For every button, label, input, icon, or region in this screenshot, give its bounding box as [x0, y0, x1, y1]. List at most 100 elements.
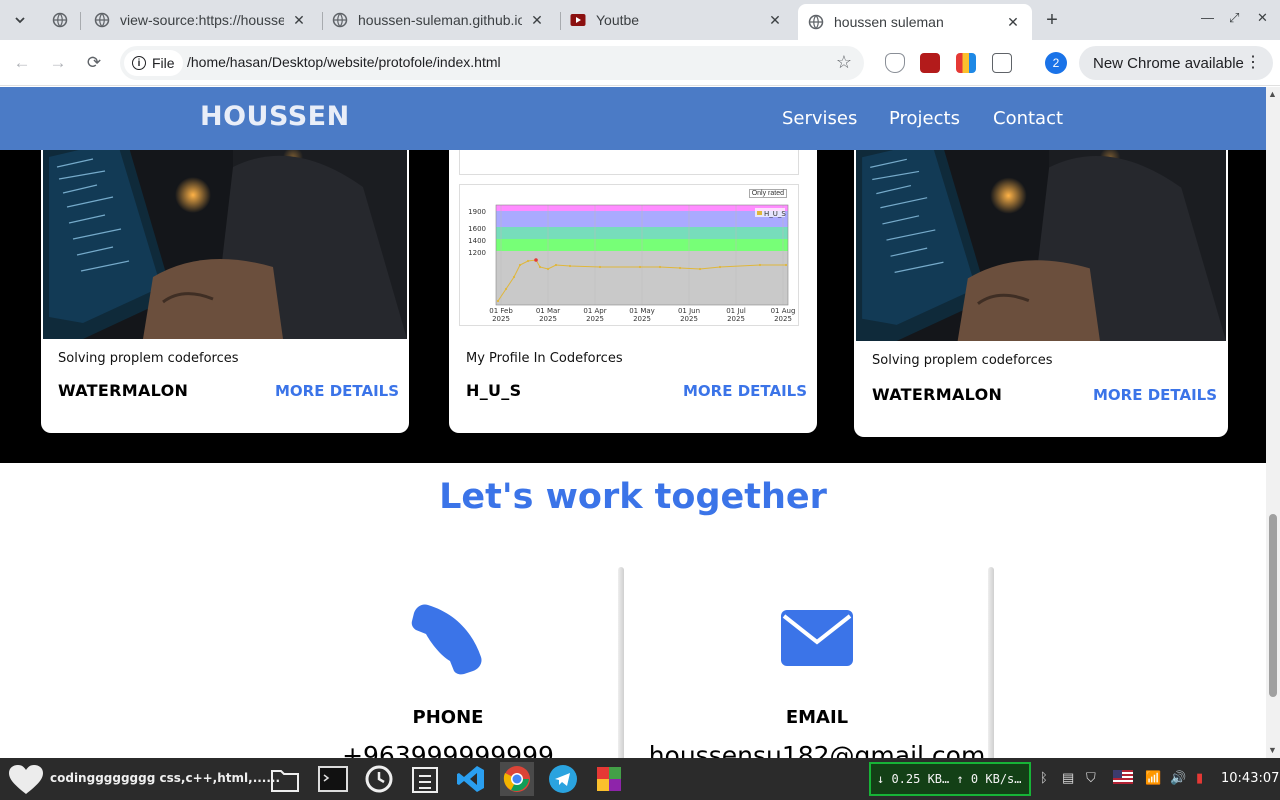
tab-view-source[interactable]: view-source:https://houssen ✕ — [84, 4, 318, 36]
clipboard-icon[interactable]: ▤ — [1062, 770, 1074, 786]
phone-number[interactable]: +963999999999 — [263, 741, 633, 758]
tab-search-button[interactable] — [6, 6, 34, 34]
card-subtitle: Solving proplem codeforces — [872, 353, 1053, 368]
close-icon[interactable]: ✕ — [528, 11, 546, 29]
address-bar[interactable]: i File /home/hasan/Desktop/website/proto… — [120, 46, 864, 80]
rating-point — [638, 265, 642, 269]
x-tick-year: 2025 — [774, 315, 792, 323]
color-extension-icon[interactable] — [956, 53, 976, 73]
scheme-label: File — [152, 55, 175, 71]
url-text[interactable]: /home/hasan/Desktop/website/protofole/in… — [187, 54, 501, 70]
globe-icon — [332, 12, 348, 28]
tab-github-pages[interactable]: houssen-suleman.github.io/s ✕ — [322, 4, 556, 36]
email-address[interactable]: houssensu182@gmail.com — [632, 741, 1002, 758]
battery-icon[interactable]: ▮ — [1196, 770, 1203, 786]
chevron-down-icon — [15, 17, 25, 24]
pinned-tab[interactable] — [44, 8, 76, 32]
globe-icon — [808, 14, 824, 30]
kebab-menu-icon[interactable]: ⋮ — [1245, 52, 1261, 72]
profile-avatar[interactable]: 2 — [1045, 52, 1067, 74]
y-tick-label: 1200 — [468, 249, 486, 257]
x-tick-label: 01 May — [629, 307, 655, 315]
tab-title: houssen-suleman.github.io/s — [358, 12, 522, 28]
more-details-link[interactable]: MORE DETAILS — [275, 382, 399, 400]
telegram-icon[interactable] — [546, 762, 580, 796]
nav-link-contact[interactable]: Contact — [993, 108, 1063, 129]
site-info-chip[interactable]: i File — [124, 50, 183, 76]
x-tick-year: 2025 — [633, 315, 651, 323]
close-icon[interactable]: ✕ — [766, 11, 784, 29]
rating-point — [678, 266, 682, 270]
rating-filter-dropdown[interactable]: Only rated — [748, 189, 787, 198]
chrome-icon[interactable] — [500, 762, 534, 796]
coder-laptop-image — [856, 127, 1226, 341]
scroll-up-arrow[interactable]: ▲ — [1268, 89, 1277, 99]
archive-manager-icon[interactable] — [408, 762, 442, 796]
coder-laptop-image — [43, 127, 407, 339]
section-title: Let's work together — [439, 477, 827, 517]
rating-point — [538, 265, 542, 269]
app-grid-icon[interactable] — [592, 762, 626, 796]
volume-icon[interactable]: 🔊 — [1170, 770, 1186, 786]
contact-divider — [988, 567, 994, 758]
tab-title: houssen suleman — [834, 14, 944, 30]
rating-point — [512, 275, 516, 279]
active-window-title[interactable]: codingggggggg css,c++,html,...... — [50, 771, 280, 785]
back-arrow-icon[interactable]: ← — [9, 50, 35, 76]
wifi-icon[interactable]: 📶 — [1145, 770, 1161, 786]
maximize-icon[interactable]: ⤢ — [1229, 10, 1239, 26]
tab-houssen-suleman[interactable]: houssen suleman ✕ — [798, 4, 1032, 40]
shield-extension-icon[interactable] — [885, 53, 905, 73]
bookmark-star-icon[interactable]: ☆ — [836, 52, 852, 73]
rating-point — [698, 267, 702, 271]
reload-icon[interactable]: ⟳ — [81, 50, 107, 76]
x-tick-label: 01 Mar — [536, 307, 560, 315]
y-tick-label: 1400 — [468, 237, 486, 245]
globe-icon — [94, 12, 110, 28]
close-icon[interactable]: ✕ — [290, 11, 308, 29]
project-card: Solving proplem codeforces WATERMALON MO… — [41, 127, 409, 433]
rating-point — [568, 264, 572, 268]
new-tab-button[interactable]: + — [1040, 8, 1064, 32]
pdf-extension-icon[interactable] — [920, 53, 940, 73]
nav-link-services[interactable]: Servises — [782, 108, 857, 129]
file-manager-icon[interactable] — [268, 762, 302, 796]
nav-link-projects[interactable]: Projects — [889, 108, 960, 129]
us-flag-icon[interactable] — [1113, 770, 1133, 787]
envelope-icon — [781, 610, 853, 666]
x-tick-year: 2025 — [539, 315, 557, 323]
terminal-icon[interactable] — [316, 762, 350, 796]
rating-point — [718, 265, 722, 269]
tab-youtube[interactable]: Youtbe ✕ — [560, 4, 794, 36]
x-tick-year: 2025 — [492, 315, 510, 323]
vscode-icon[interactable] — [454, 762, 488, 796]
timeshift-icon[interactable] — [362, 762, 396, 796]
rating-point — [518, 263, 522, 267]
chrome-update-button[interactable]: New Chrome available ⋮ — [1079, 46, 1273, 80]
site-header: HOUSSEN Servises Projects Contact — [0, 87, 1266, 150]
heart-icon[interactable] — [8, 765, 44, 795]
scrollbar-thumb[interactable] — [1269, 514, 1277, 697]
shield-tray-icon[interactable]: ⛉ — [1086, 770, 1096, 786]
bluetooth-icon[interactable]: ᛒ — [1040, 770, 1048, 785]
clock[interactable]: 10:43:07 — [1221, 771, 1279, 786]
more-details-link[interactable]: MORE DETAILS — [683, 382, 807, 400]
card-subtitle: My Profile In Codeforces — [466, 351, 623, 366]
rating-chart-panel: Only rated 1900 1600 1400 1200 01 Feb 202… — [459, 184, 799, 326]
site-logo[interactable]: HOUSSEN — [200, 101, 350, 132]
close-icon[interactable]: ✕ — [1004, 13, 1022, 31]
x-tick-year: 2025 — [586, 315, 604, 323]
forward-arrow-icon[interactable]: → — [45, 50, 71, 76]
page-scrollbar[interactable]: ▲ ▼ — [1266, 87, 1280, 758]
close-window-icon[interactable]: ✕ — [1257, 10, 1268, 26]
more-details-link[interactable]: MORE DETAILS — [1093, 386, 1217, 404]
y-tick-label: 1600 — [468, 225, 486, 233]
puzzle-extensions-icon[interactable] — [992, 53, 1012, 73]
contact-email: EMAIL houssensu182@gmail.com — [632, 567, 1002, 758]
contact-divider — [618, 567, 624, 758]
network-monitor[interactable]: ↓ 0.25 KB… ↑ 0 KB/s… — [869, 762, 1031, 796]
minimize-icon[interactable]: — — [1201, 10, 1214, 25]
scroll-down-arrow[interactable]: ▼ — [1268, 745, 1277, 755]
rating-history-chart: 1900 1600 1400 1200 01 Feb202501 Mar2025… — [468, 204, 795, 323]
chart-legend-label: H_U_S — [764, 210, 786, 218]
